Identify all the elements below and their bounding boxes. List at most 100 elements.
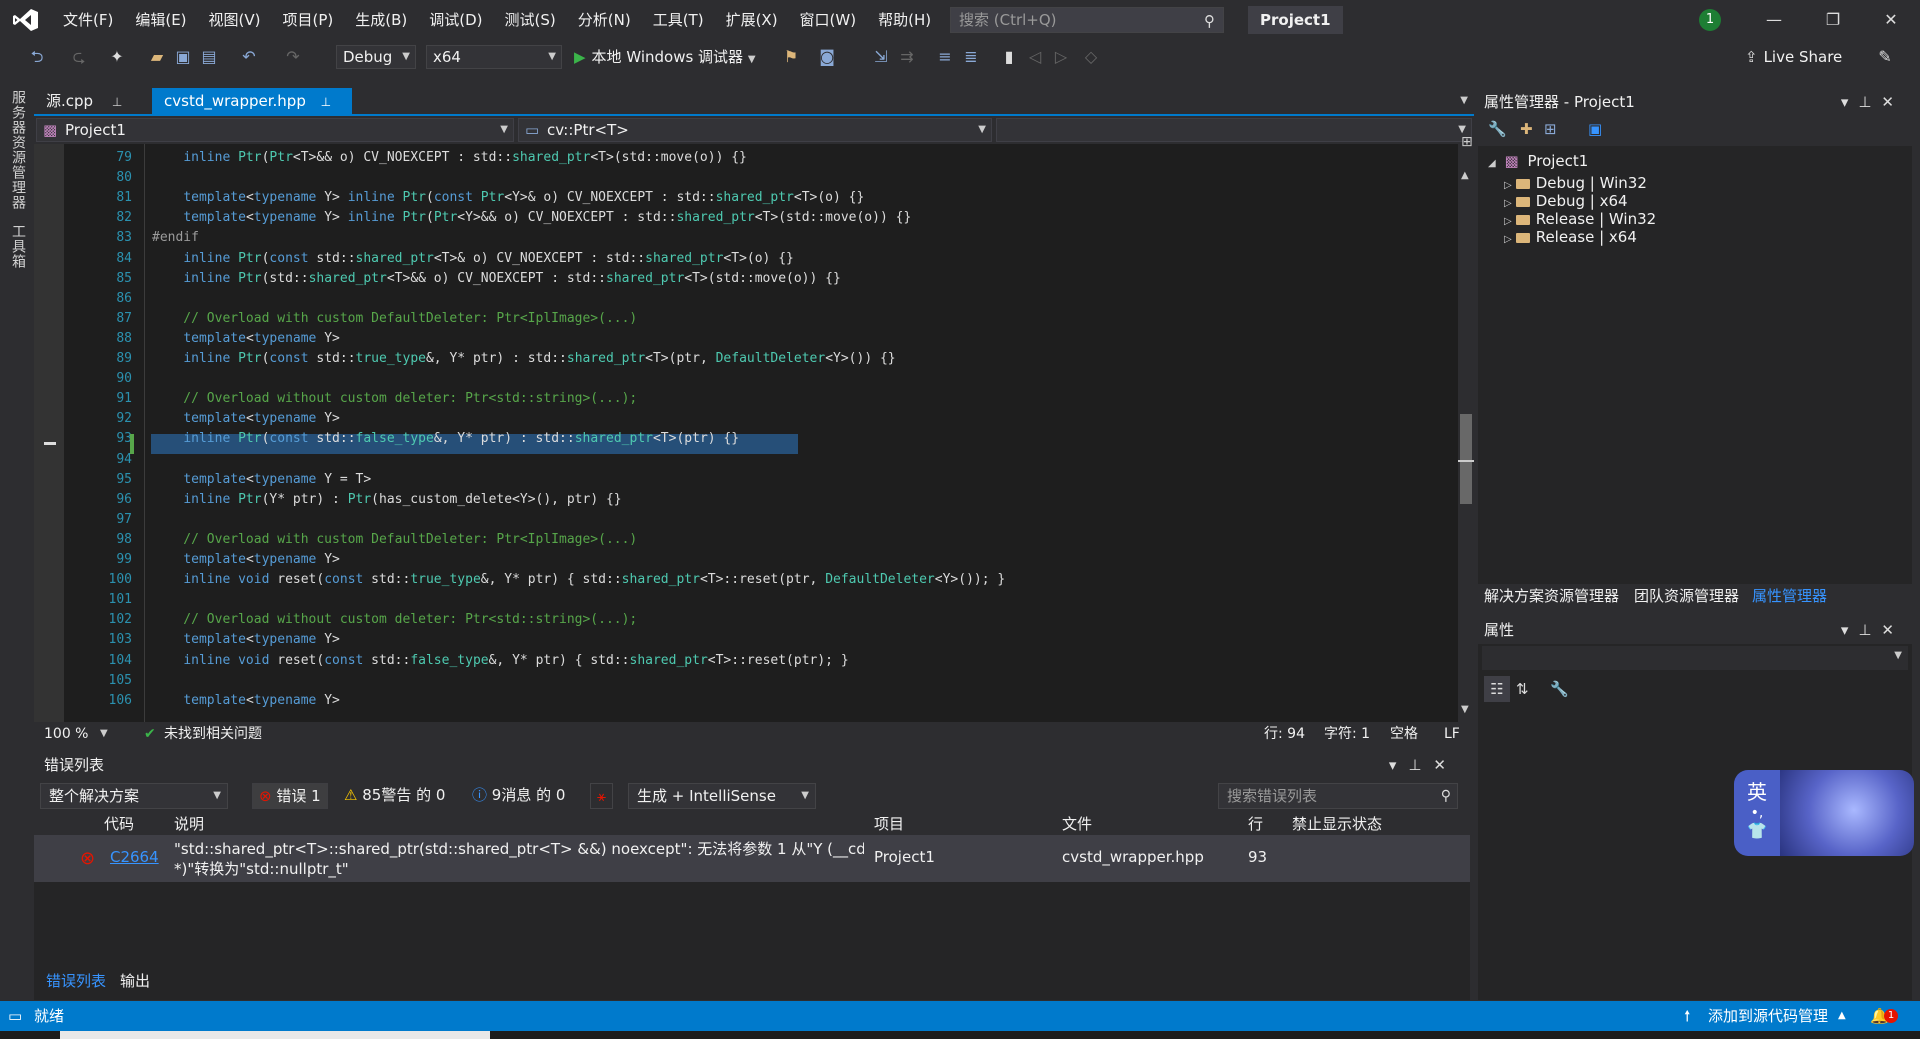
platform-dropdown[interactable]: x64 ▼ bbox=[426, 45, 562, 69]
column-suppression[interactable]: 禁止显示状态 bbox=[1292, 812, 1382, 836]
split-icon[interactable]: ⊞ bbox=[1461, 134, 1473, 150]
pin-icon[interactable]: ⊥ bbox=[112, 95, 122, 109]
menu-item-0[interactable]: 文件(F) bbox=[52, 0, 124, 40]
tab-solution-explorer[interactable]: 解决方案资源管理器 bbox=[1484, 584, 1619, 608]
step-over-icon[interactable]: ⇉ bbox=[896, 46, 918, 68]
scope-dropdown[interactable]: 整个解决方案 ▼ bbox=[40, 783, 228, 809]
menu-item-1[interactable]: 编辑(E) bbox=[124, 0, 197, 40]
filter-icon[interactable]: ⚹ bbox=[590, 783, 614, 809]
scope-nav-dropdown[interactable]: ▭ cv::Ptr<T> ▼ bbox=[518, 118, 992, 142]
menu-item-10[interactable]: 窗口(W) bbox=[789, 0, 868, 40]
project-nav-dropdown[interactable]: ▩ Project1 ▼ bbox=[36, 118, 514, 142]
scroll-down-icon[interactable]: ▼ bbox=[1461, 704, 1469, 715]
feedback-icon[interactable]: ✎ bbox=[1874, 46, 1896, 68]
find-in-files-icon[interactable]: ⚑ bbox=[780, 46, 802, 68]
menu-item-8[interactable]: 工具(T) bbox=[642, 0, 715, 40]
notification-badge[interactable]: 1 bbox=[1699, 9, 1721, 31]
line-ending[interactable]: LF bbox=[1444, 722, 1460, 746]
menu-item-3[interactable]: 项目(P) bbox=[272, 0, 345, 40]
add-property-sheet-icon[interactable]: ✚ bbox=[1520, 120, 1533, 138]
wrench-icon[interactable]: 🔧 bbox=[1488, 120, 1507, 138]
panel-controls[interactable]: ▾⊥✕ bbox=[1841, 88, 1904, 116]
zoom-level[interactable]: 100 % bbox=[44, 722, 88, 746]
property-pages-icon[interactable]: 🔧 bbox=[1550, 676, 1569, 702]
collapsed-arrow-icon[interactable]: ▷ bbox=[1504, 234, 1512, 245]
categorized-icon[interactable]: ☷ bbox=[1484, 676, 1510, 702]
save-icon[interactable]: ▣ bbox=[172, 46, 194, 68]
save-icon[interactable]: ▣ bbox=[1588, 120, 1602, 138]
errors-filter-button[interactable]: ⊗ 错误 1 bbox=[252, 783, 328, 809]
table-row[interactable]: ⊗ C2664 "std::shared_ptr<T>::shared_ptr(… bbox=[34, 836, 1470, 882]
search-input[interactable]: 搜索 (Ctrl+Q) ⚲ bbox=[950, 7, 1224, 33]
chevron-down-icon[interactable]: ▼ bbox=[100, 722, 108, 746]
column-description[interactable]: 说明 bbox=[174, 812, 204, 836]
tab-error-list[interactable]: 错误列表 bbox=[46, 968, 106, 994]
menu-item-2[interactable]: 视图(V) bbox=[198, 0, 272, 40]
tab-overflow-icon[interactable]: ▼ bbox=[1460, 88, 1468, 114]
panel-controls[interactable]: ▾⊥✕ bbox=[1389, 752, 1458, 778]
column-file[interactable]: 文件 bbox=[1062, 812, 1092, 836]
chevron-up-icon[interactable]: ▲ bbox=[1838, 1001, 1846, 1031]
server-explorer-tab[interactable]: 服务器资源管理器 bbox=[6, 90, 28, 210]
comment-icon[interactable]: ≣ bbox=[960, 46, 982, 68]
add-existing-icon[interactable]: ⊞ bbox=[1544, 120, 1557, 138]
prev-bookmark-icon[interactable]: ◁ bbox=[1024, 46, 1046, 68]
new-project-icon[interactable]: ✦ bbox=[106, 46, 128, 68]
column-code[interactable]: 代码 bbox=[104, 812, 134, 836]
ime-floating-widget[interactable]: 英 •, 👕 bbox=[1734, 770, 1914, 856]
indent-mode[interactable]: 空格 bbox=[1390, 722, 1418, 746]
bookmark-icon[interactable]: ▮ bbox=[998, 46, 1020, 68]
vertical-scrollbar[interactable]: ⊞ ▲ ▼ bbox=[1458, 134, 1474, 722]
menu-item-4[interactable]: 生成(B) bbox=[344, 0, 418, 40]
undo-icon[interactable]: ↶ bbox=[238, 46, 260, 68]
minimize-button[interactable]: — bbox=[1745, 0, 1803, 40]
error-code-link[interactable]: C2664 bbox=[110, 848, 159, 866]
config-dropdown[interactable]: Debug ▼ bbox=[336, 45, 416, 69]
start-debugging-button[interactable]: ▶ 本地 Windows 调试器 ▼ bbox=[574, 45, 756, 69]
column-project[interactable]: 项目 bbox=[874, 812, 904, 836]
forward-icon[interactable]: ⮎ bbox=[68, 46, 90, 68]
next-bookmark-icon[interactable]: ▷ bbox=[1050, 46, 1072, 68]
menu-item-11[interactable]: 帮助(H) bbox=[867, 0, 942, 40]
scrollbar-thumb[interactable] bbox=[1460, 414, 1472, 504]
tab-property-manager[interactable]: 属性管理器 bbox=[1752, 584, 1827, 608]
menu-item-6[interactable]: 测试(S) bbox=[494, 0, 567, 40]
add-to-source-control-button[interactable]: 添加到源代码管理 bbox=[1708, 1001, 1828, 1031]
close-window-button[interactable]: ✕ bbox=[1862, 0, 1920, 40]
search-icon: ⚲ bbox=[1440, 788, 1451, 804]
warnings-filter-button[interactable]: ⚠ 85警告 的 0 bbox=[338, 783, 451, 809]
save-all-icon[interactable]: ▤ bbox=[198, 46, 220, 68]
tab-source-cpp[interactable]: 源.cpp ⊥ bbox=[34, 88, 142, 114]
tab-team-explorer[interactable]: 团队资源管理器 bbox=[1634, 584, 1739, 608]
properties-object-dropdown[interactable]: ▼ bbox=[1482, 646, 1908, 670]
indent-icon[interactable]: ≡ bbox=[934, 46, 956, 68]
alphabetical-icon[interactable]: ⇅ bbox=[1516, 676, 1529, 702]
tree-item-config[interactable]: ▷ Release | x64 bbox=[1504, 226, 1637, 248]
panel-controls[interactable]: ▾⊥✕ bbox=[1841, 616, 1904, 644]
tab-cvstd-wrapper[interactable]: cvstd_wrapper.hpp ⊥ ✕ bbox=[152, 88, 352, 137]
issues-status[interactable]: 未找到相关问题 bbox=[164, 722, 262, 746]
clear-bookmarks-icon[interactable]: ◇ bbox=[1080, 46, 1102, 68]
scroll-up-icon[interactable]: ▲ bbox=[1461, 170, 1469, 181]
pin-icon[interactable]: ⊥ bbox=[321, 95, 331, 109]
back-icon[interactable]: ⮌ bbox=[26, 46, 48, 68]
step-into-icon[interactable]: ⇲ bbox=[870, 46, 892, 68]
toolbox-tab[interactable]: 工具箱 bbox=[6, 224, 28, 269]
ime-language-toggle[interactable]: 英 •, 👕 bbox=[1734, 770, 1780, 856]
menu-item-5[interactable]: 调试(D) bbox=[418, 0, 493, 40]
screenshot-icon[interactable]: ◙ bbox=[816, 46, 838, 68]
redo-icon[interactable]: ↷ bbox=[282, 46, 304, 68]
build-filter-dropdown[interactable]: 生成 + IntelliSense ▼ bbox=[628, 783, 816, 809]
live-share-button[interactable]: ⇪ Live Share bbox=[1745, 45, 1842, 69]
messages-filter-button[interactable]: ⓘ 9消息 的 0 bbox=[466, 783, 571, 809]
restore-button[interactable]: ❐ bbox=[1804, 0, 1862, 40]
menu-item-7[interactable]: 分析(N) bbox=[567, 0, 642, 40]
open-file-icon[interactable]: ▰ bbox=[146, 46, 168, 68]
menu-item-9[interactable]: 扩展(X) bbox=[715, 0, 789, 40]
tab-output[interactable]: 输出 bbox=[120, 968, 150, 994]
column-line[interactable]: 行 bbox=[1248, 812, 1263, 836]
member-nav-dropdown[interactable]: ▼ bbox=[996, 118, 1472, 142]
error-search-input[interactable]: 搜索错误列表 ⚲ bbox=[1218, 783, 1458, 809]
tree-root-project[interactable]: ◢ ▩ Project1 bbox=[1488, 150, 1588, 172]
code-editor[interactable]: 79 80 81 82 83 84 85 86 87 88 89 90 91 92 93 94 95 96 97 98… bbox=[34, 144, 1458, 722]
